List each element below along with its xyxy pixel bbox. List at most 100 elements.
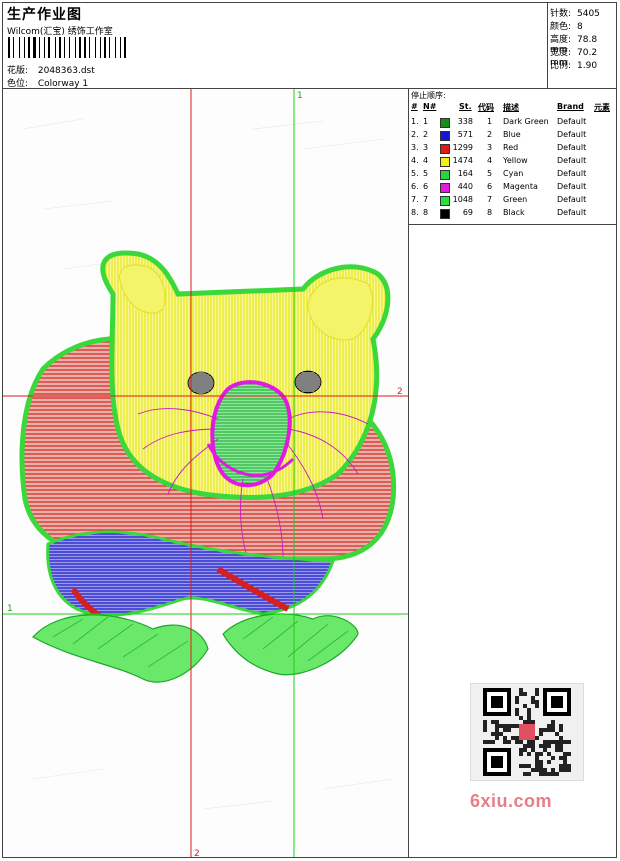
qr-module [495,736,499,740]
color-swatch [440,183,450,193]
qr-module [527,744,531,748]
stop-row: 2. 2 571 2 Blue Default [409,130,616,143]
qr-module [495,720,499,724]
barcode-bar [89,37,90,58]
qr-module [531,720,535,724]
row-desc: Yellow [503,156,528,165]
col-header-no: N# [423,102,437,111]
barcode-bar [39,37,40,58]
row-code: 2 [487,130,493,139]
qr-module [559,740,563,744]
qr-module [559,748,563,752]
qr-module [539,760,543,764]
qr-module [527,740,531,744]
row-brand: Default [557,143,587,152]
color-swatch [440,196,450,206]
qr-module [555,744,559,748]
barcode-bar [111,37,114,58]
qr-module [559,756,563,760]
barcode-bar [109,37,110,58]
row-code: 1 [487,117,493,126]
qr-module [515,700,519,704]
qr-module [495,724,499,728]
qr-module [563,764,567,768]
barcode-bar [44,37,45,58]
barcode-bar [48,37,50,58]
qr-module [555,772,559,776]
col-header-desc: 描述 [503,103,519,112]
qr-module [519,764,523,768]
qr-pattern [483,688,571,776]
row-num: 4. [411,156,419,165]
row-code: 8 [487,208,493,217]
qr-module [495,728,499,732]
qr-module [559,736,563,740]
row-desc: Dark Green [503,117,549,126]
color-swatch [440,144,450,154]
barcode-bar [104,37,106,58]
qr-module [543,740,547,744]
colorway-label: 色位: [7,79,29,89]
stop-row: 1. 1 338 1 Dark Green Default [409,117,616,130]
qr-module [535,704,539,708]
qr-module [483,728,487,732]
qr-module [535,756,539,760]
barcode-bar [102,37,103,58]
qr-module [503,724,507,728]
barcode-bar [122,37,123,58]
barcode-bar [26,37,27,58]
colorway-value: Colorway 1 [37,79,89,89]
row-brand: Default [557,182,587,191]
barcode-bar [82,37,83,58]
row-stitches: 1299 [452,143,473,152]
barcode-bar [64,37,65,58]
qr-module [523,704,527,708]
row-no: 7 [423,195,429,204]
barcode-bar [97,37,99,58]
qr-module [523,720,527,724]
row-num: 5. [411,169,419,178]
qr-module [551,772,555,776]
stat-scale: 比例: 1.90 [550,58,597,71]
qr-module [531,696,535,700]
stat-label: 宽度: [550,48,572,58]
company-name: Wilcom(汇宝) 绣饰工作室 [7,27,113,37]
row-desc: Magenta [503,182,538,191]
qr-finder [491,696,503,708]
colorway-row: 色位: Colorway 1 [7,76,88,89]
stop-row: 5. 5 164 5 Cyan Default [409,169,616,182]
barcode-bar [91,37,94,58]
qr-module [519,688,523,692]
stop-sequence-panel: 停止顺序: # N# St. 代码 描述 Brand 元素 1. 1 338 1 Dar… [409,89,616,225]
qr-module [531,768,535,772]
barcode-bar [107,37,108,58]
barcode-bar [79,37,81,58]
right-foot [222,613,359,676]
barcode-bar [87,37,88,58]
row-no: 5 [423,169,429,178]
qr-module [483,724,487,728]
col-header-stitches: St. [459,102,472,111]
design-canvas: 1 2 1 2 [3,89,409,857]
barcode-bar [117,37,119,58]
stat-stitches: 针数: 5405 [550,6,600,19]
qr-module [519,748,523,752]
qr-module [543,772,547,776]
qr-module [539,752,543,756]
row-no: 6 [423,182,429,191]
barcode-bar [57,37,58,58]
qr-module [507,724,511,728]
row-num: 6. [411,182,419,191]
stat-value: 1.90 [577,61,598,71]
qr-module [539,772,543,776]
qr-module [539,728,543,732]
qr-module [563,740,567,744]
stat-label: 颜色: [550,22,572,32]
design-label: 花版: [7,66,29,76]
qr-module [551,756,555,760]
row-desc: Green [503,195,528,204]
qr-module [539,744,543,748]
qr-module [515,724,519,728]
stop-row: 8. 8 69 8 Black Default [409,208,616,221]
color-swatch [440,131,450,141]
